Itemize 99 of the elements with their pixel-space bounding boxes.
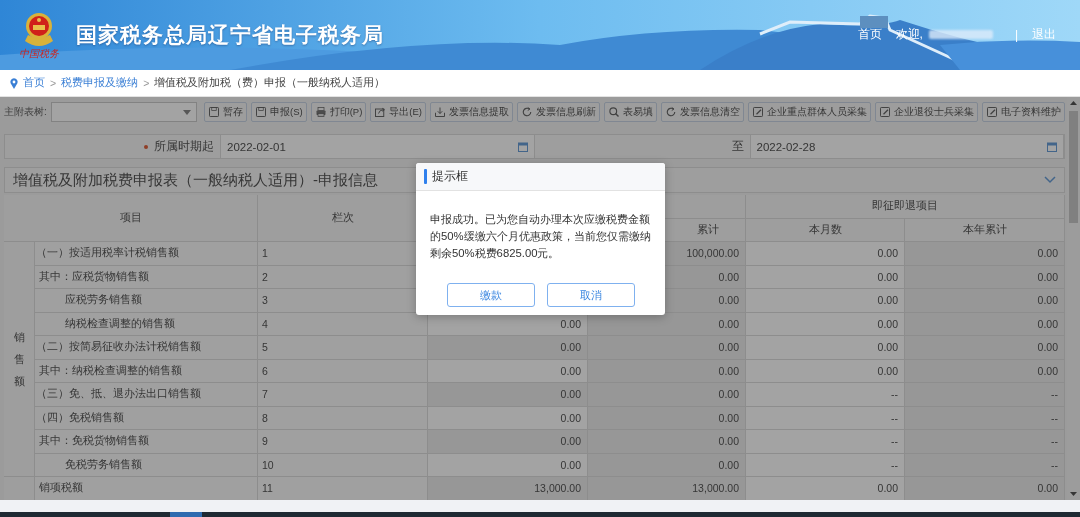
- amount-cell: 0.00: [560, 341, 581, 354]
- amount-cell: 0.00: [718, 458, 739, 471]
- row-label: （四）免税销售额: [36, 410, 124, 425]
- amount-cell: 0.00: [560, 364, 581, 377]
- tree-label: 主附表树:: [4, 105, 47, 119]
- amount-cell: 0.00: [1037, 294, 1058, 307]
- row-label: 免税劳务销售额: [65, 457, 142, 472]
- section-title: 增值税及附加税费申报表（一般纳税人适用）-申报信息: [13, 170, 378, 190]
- toolbar-button[interactable]: 企业退役士兵采集: [875, 102, 978, 122]
- amount-cell: 0.00: [560, 458, 581, 471]
- amount-cell: --: [891, 388, 898, 401]
- row-label: 其中：免税货物销售额: [39, 434, 149, 449]
- amount-cell: 0.00: [718, 294, 739, 307]
- amount-cell: 0.00: [877, 364, 898, 377]
- amount-cell: 0.00: [877, 317, 898, 330]
- toolbar-button[interactable]: 企业重点群体人员采集: [748, 102, 871, 122]
- amount-cell: --: [891, 435, 898, 448]
- toolbar-button[interactable]: 表易填: [604, 102, 657, 122]
- column-header: 项目: [119, 211, 142, 225]
- amount-cell: 0.00: [1037, 364, 1058, 377]
- breadcrumb-current: 增值税及附加税（费）申报（一般纳税人适用）: [154, 76, 386, 90]
- line-number: 7: [262, 388, 268, 401]
- field-label: 所属时期起: [154, 139, 214, 154]
- logo-text: 中国税务: [19, 49, 59, 59]
- dialog-button[interactable]: 缴款: [446, 283, 535, 307]
- amount-cell: 0.00: [560, 411, 581, 424]
- amount-cell: 0.00: [718, 317, 739, 330]
- amount-cell: 100,000.00: [686, 247, 739, 260]
- amount-cell: 0.00: [718, 388, 739, 401]
- amount-cell: --: [1051, 435, 1058, 448]
- column-header: 本年累计: [962, 222, 1007, 237]
- amount-cell: 0.00: [1037, 247, 1058, 260]
- amount-cell: 0.00: [718, 270, 739, 283]
- row-label: 其中：应税货物销售额: [39, 269, 149, 284]
- amount-cell: --: [891, 411, 898, 424]
- toolbar-button[interactable]: 发票信息清空: [661, 102, 744, 122]
- line-number: 6: [262, 364, 268, 377]
- amount-cell: --: [1051, 388, 1058, 401]
- amount-cell: 0.00: [877, 247, 898, 260]
- line-number: 1: [262, 247, 268, 260]
- site-title: 国家税务总局辽宁省电子税务局: [76, 22, 384, 48]
- column-header: 累计: [696, 222, 719, 237]
- amount-cell: 13,000.00: [692, 482, 739, 495]
- line-number: 5: [262, 341, 268, 354]
- amount-cell: 0.00: [560, 317, 581, 330]
- row-label: 其中：纳税检查调整的销售额: [39, 363, 182, 378]
- toolbar-button[interactable]: 发票信息提取: [430, 102, 513, 122]
- amount-cell: 0.00: [718, 435, 739, 448]
- breadcrumb-separator: >: [143, 77, 150, 89]
- row-label: （二）按简易征收办法计税销售额: [36, 340, 201, 355]
- amount-cell: 0.00: [877, 294, 898, 307]
- date-field[interactable]: 2022-02-01: [220, 135, 535, 158]
- row-label: 纳税检查调整的销售额: [65, 316, 175, 331]
- dialog-button[interactable]: 取消: [546, 283, 635, 307]
- dialog-message: 申报成功。已为您自动办理本次应缴税费金额的50%缓缴六个月优惠政策，当前您仅需缴纳剩余50%税费6825.00元。: [430, 213, 651, 259]
- line-number: 3: [262, 294, 268, 307]
- amount-cell: 0.00: [1037, 317, 1058, 330]
- toolbar-button[interactable]: 导出(E): [370, 102, 426, 122]
- amount-cell: 0.00: [560, 435, 581, 448]
- breadcrumb-link[interactable]: 首页: [23, 76, 45, 90]
- group-label: 销售额: [13, 329, 25, 389]
- toolbar-button[interactable]: 申报(S): [251, 102, 307, 122]
- row-label: 应税劳务销售额: [65, 293, 142, 308]
- amount-cell: 0.00: [877, 341, 898, 354]
- toolbar-button[interactable]: 暂存: [204, 102, 247, 122]
- divider-text: |: [1014, 27, 1018, 42]
- amount-cell: 0.00: [877, 482, 898, 495]
- line-number: 9: [262, 435, 268, 448]
- amount-cell: 0.00: [1037, 482, 1058, 495]
- amount-cell: 0.00: [1037, 341, 1058, 354]
- amount-cell: --: [1051, 458, 1058, 471]
- date-field[interactable]: 2022-02-28: [749, 135, 1064, 158]
- amount-cell: 0.00: [718, 341, 739, 354]
- column-header: 栏次: [331, 211, 354, 225]
- amount-cell: --: [891, 458, 898, 471]
- dialog-title: 提示框: [432, 169, 468, 184]
- line-number: 4: [262, 317, 268, 330]
- amount-cell: 0.00: [718, 411, 739, 424]
- column-header: 即征即退项目: [872, 199, 938, 214]
- row-label: 销项税额: [39, 481, 83, 496]
- toolbar-button[interactable]: 打印(P): [310, 102, 367, 122]
- breadcrumb-link[interactable]: 税费申报及缴纳: [61, 76, 139, 90]
- toolbar-button[interactable]: 发票信息刷新: [517, 102, 600, 122]
- line-number: 10: [262, 458, 274, 471]
- amount-cell: 0.00: [877, 270, 898, 283]
- field-label: 至: [731, 139, 744, 154]
- row-label: （一）按适用税率计税销售额: [36, 246, 179, 261]
- amount-cell: 13,000.00: [534, 482, 581, 495]
- toolbar-button[interactable]: 电子资料维护: [982, 102, 1065, 122]
- amount-cell: 0.00: [560, 388, 581, 401]
- breadcrumb-separator: >: [50, 77, 57, 89]
- home-link[interactable]: 首页: [857, 26, 882, 43]
- line-number: 2: [262, 270, 268, 283]
- line-number: 11: [262, 482, 273, 495]
- amount-cell: --: [1051, 411, 1058, 424]
- amount-cell: 0.00: [718, 364, 739, 377]
- line-number: 8: [262, 411, 268, 424]
- column-header: 本月数: [808, 222, 842, 237]
- amount-cell: 0.00: [1037, 270, 1058, 283]
